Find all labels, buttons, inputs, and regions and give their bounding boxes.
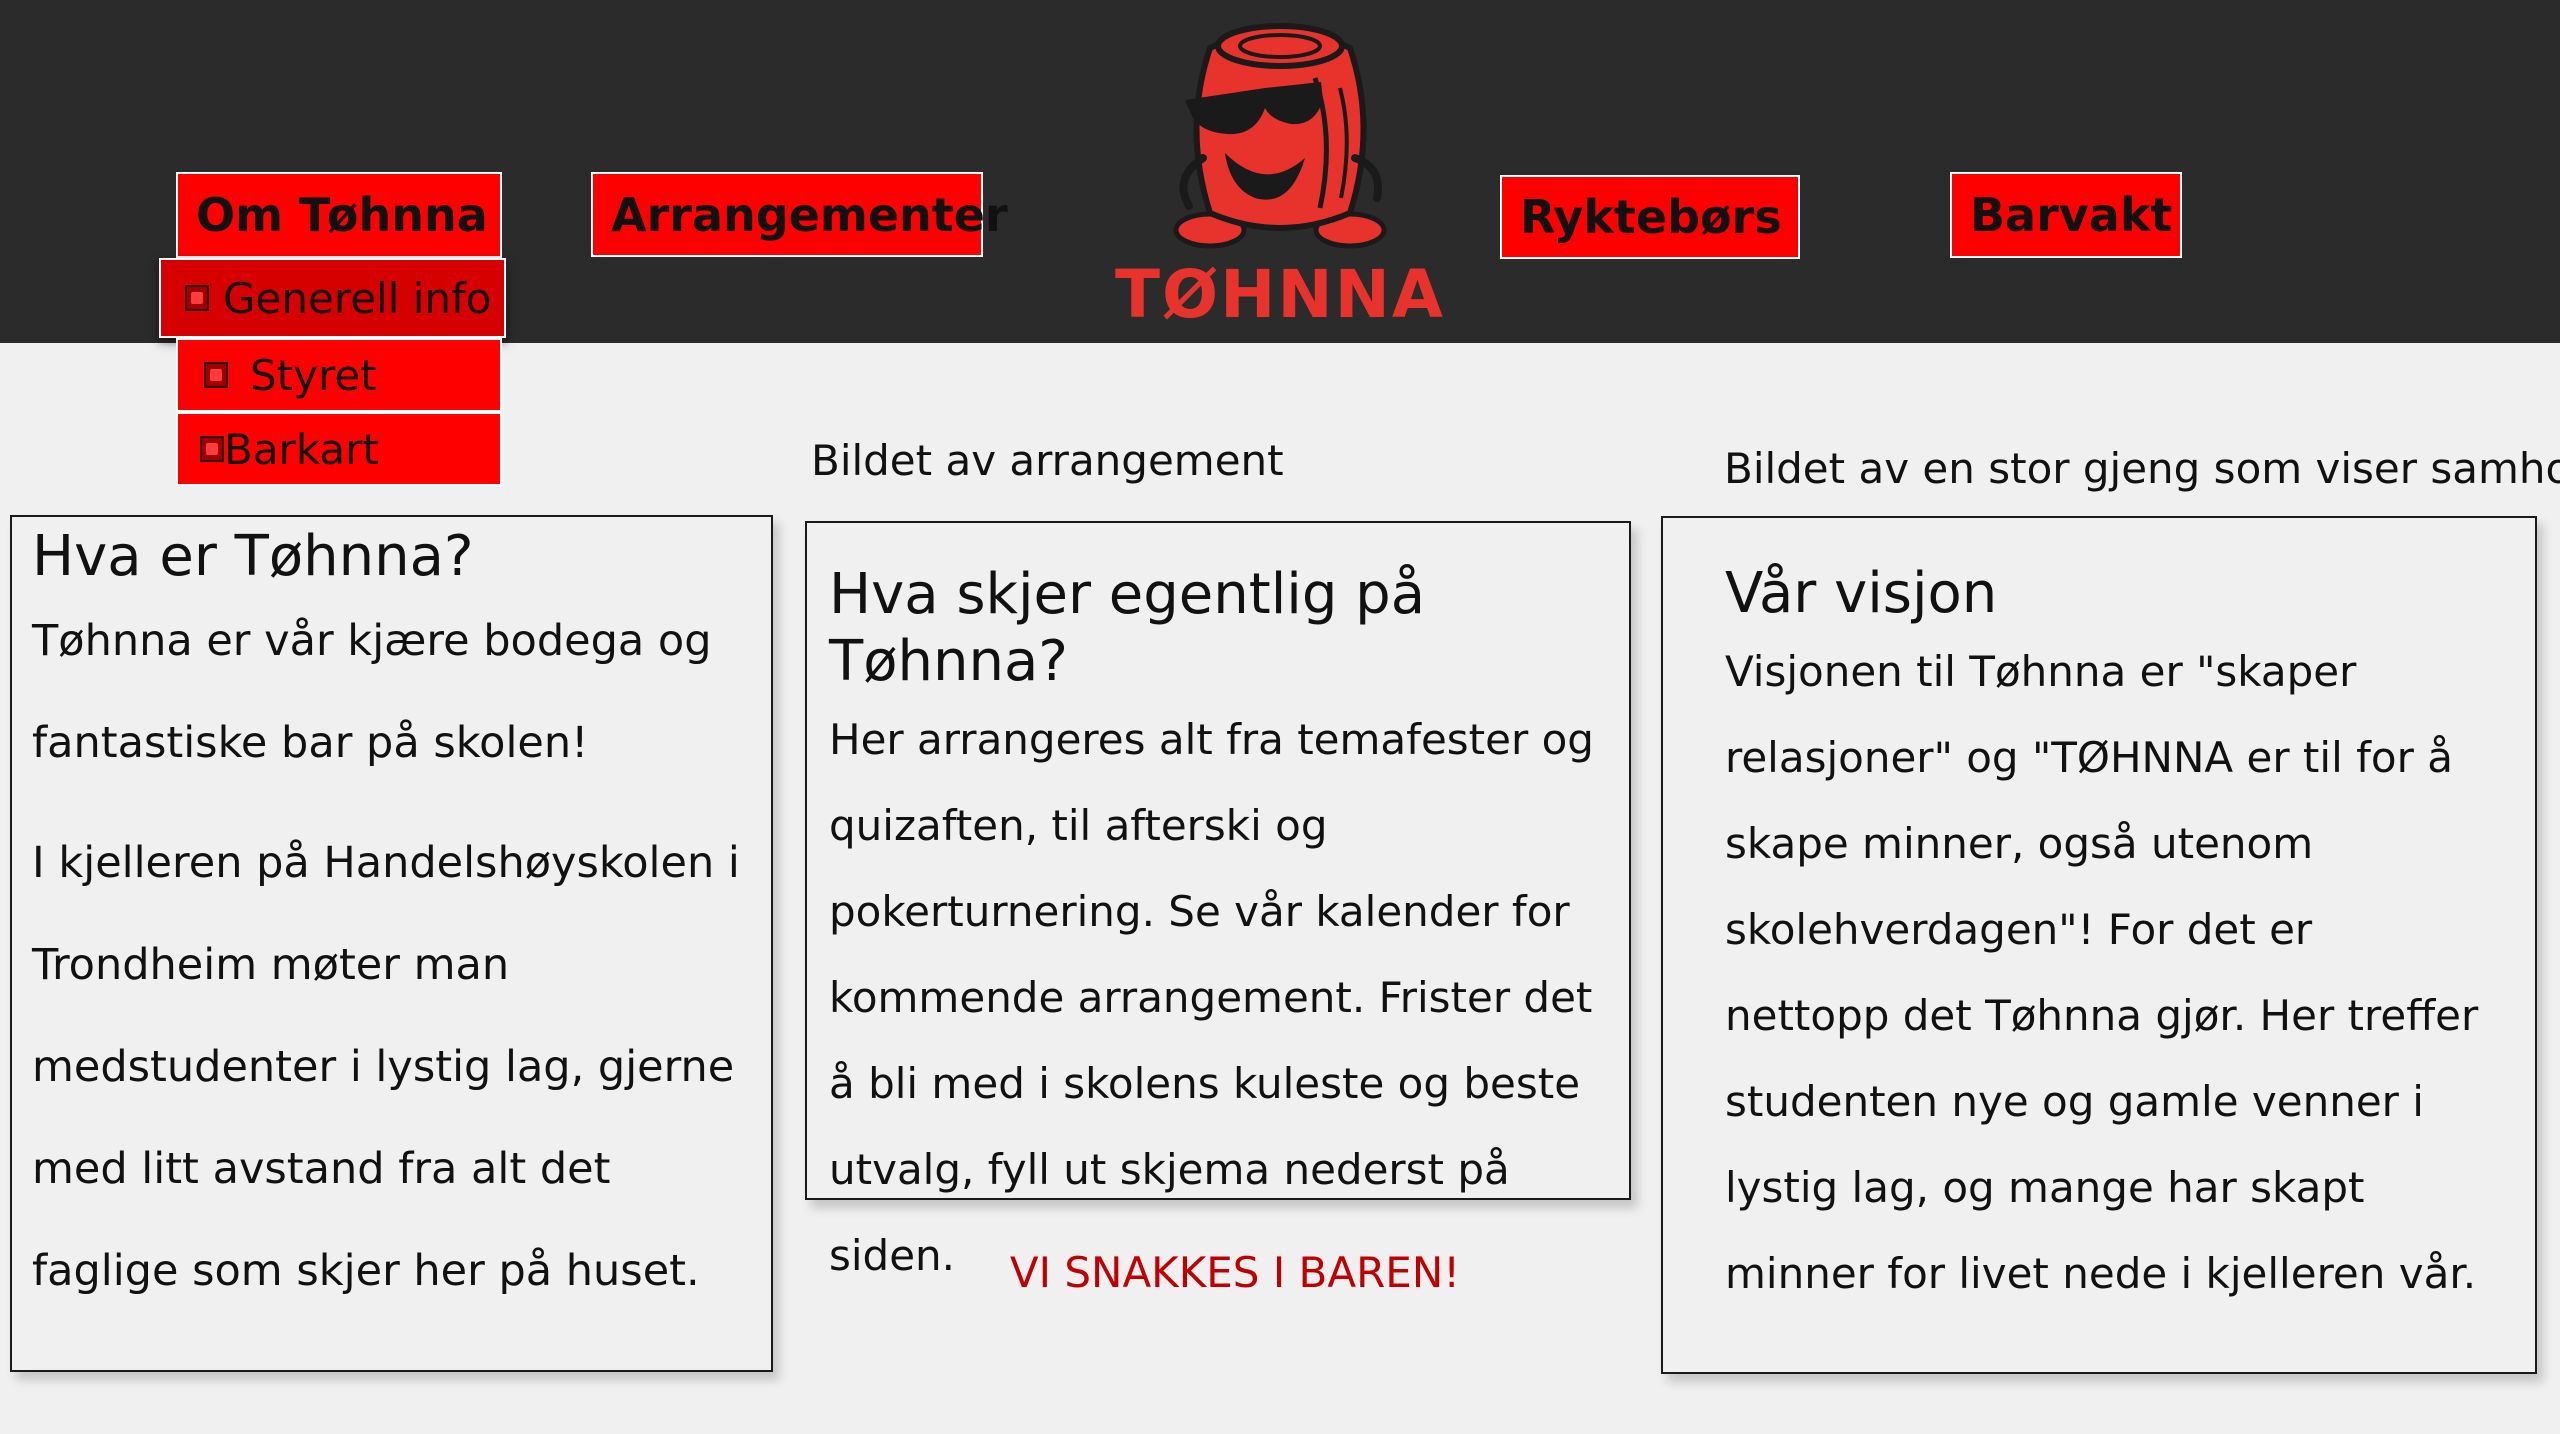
card-var-visjon: Vår visjon Visjonen til Tøhnna er "skape… [1661, 516, 2537, 1374]
caption-group-image: Bildet av en stor gjeng som viser samhol… [1724, 444, 2560, 493]
card-paragraph: Her arrangeres alt fra temafester og qui… [829, 715, 1594, 1281]
card-paragraph: I kjelleren på Handelshøyskolen i Trondh… [32, 838, 740, 1297]
caption-arrangement-image: Bildet av arrangement [811, 436, 1284, 485]
bullet-icon [185, 285, 209, 311]
nav-barvakt[interactable]: Barvakt [1950, 172, 2182, 258]
card-hva-er-tohnna: Hva er Tøhnna? Tøhnna er vår kjære bodeg… [10, 515, 773, 1372]
nav-arrangementer[interactable]: Arrangementer [591, 172, 1008, 257]
card-title: Vår visjon [1725, 561, 1998, 626]
card-title: Hva er Tøhnna? [32, 524, 474, 589]
submenu-barkart[interactable]: Barkart [176, 412, 502, 486]
card-paragraph: Tøhnna er vår kjære bodega og fantastisk… [32, 616, 712, 769]
submenu-label: Generell info [223, 273, 492, 323]
card-paragraph: Visjonen til Tøhnna er "skaper relasjone… [1725, 647, 2479, 1299]
card-title: Hva skjer egentlig på Tøhnna? [829, 562, 1426, 695]
nav-om-tohnna[interactable]: Om Tøhnna [176, 172, 502, 258]
nav-ryktebors[interactable]: Ryktebørs [1500, 175, 1800, 259]
logo-wordmark: TØHNNA [1115, 256, 1445, 333]
footer-message: VI SNAKKES I BAREN! [1009, 1248, 1461, 1297]
submenu-label: Barkart [224, 424, 379, 474]
submenu-styret[interactable]: Styret [176, 338, 502, 412]
submenu-generell-info[interactable]: Generell info [159, 258, 506, 338]
card-hva-skjer: Hva skjer egentlig på Tøhnna? Her arrang… [805, 521, 1631, 1280]
submenu-label: Styret [250, 350, 377, 400]
bullet-icon [200, 436, 224, 462]
bullet-icon [204, 362, 228, 388]
